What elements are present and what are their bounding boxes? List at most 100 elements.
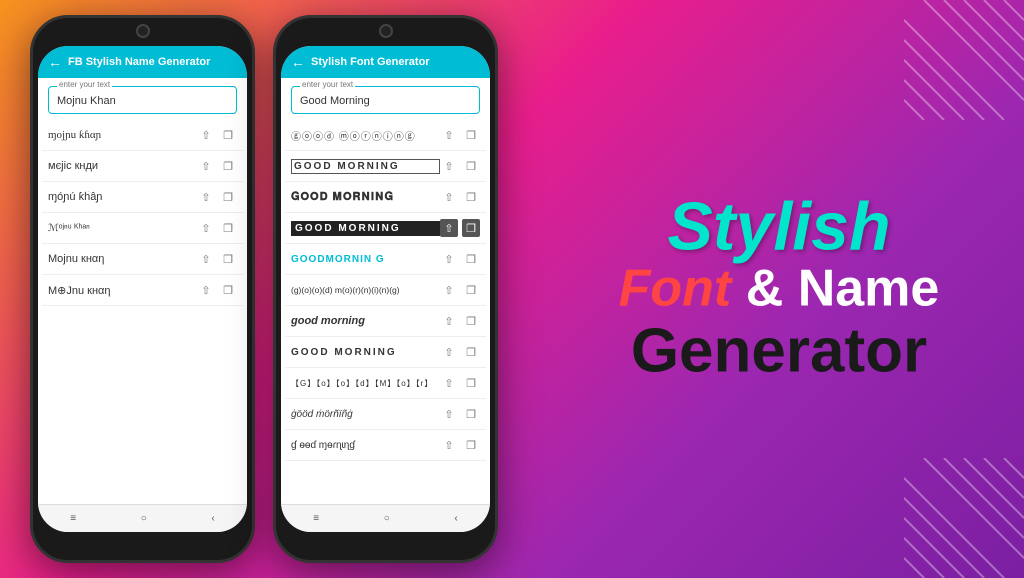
phone-2-screen: ← Stylish Font Generator enter your text… bbox=[281, 46, 490, 532]
share-icon[interactable]: ⇧ bbox=[440, 157, 458, 175]
list-item: ġööd ṁörñïñġ ⇧ ❐ bbox=[285, 399, 486, 430]
home-icon[interactable]: ○ bbox=[384, 513, 390, 524]
share-icon[interactable]: ⇧ bbox=[440, 188, 458, 206]
phone-2: ← Stylish Font Generator enter your text… bbox=[273, 15, 498, 563]
font-actions: ⇧ ❐ bbox=[440, 374, 480, 392]
brand-text-area: Stylish Font & Name Generator bbox=[594, 192, 964, 385]
copy-icon[interactable]: ❐ bbox=[219, 250, 237, 268]
share-icon[interactable]: ⇧ bbox=[197, 250, 215, 268]
phone-1-back-arrow[interactable]: ← bbox=[48, 54, 62, 70]
copy-icon[interactable]: ❐ bbox=[219, 188, 237, 206]
copy-icon[interactable]: ❐ bbox=[462, 281, 480, 299]
share-icon[interactable]: ⇧ bbox=[197, 157, 215, 175]
menu-icon[interactable]: ≡ bbox=[70, 513, 76, 524]
share-icon[interactable]: ⇧ bbox=[440, 343, 458, 361]
font-display: M⊕Jnu кнαη bbox=[48, 284, 197, 297]
font-actions: ⇧ ❐ bbox=[440, 188, 480, 206]
phone-2-input[interactable] bbox=[300, 95, 471, 107]
share-icon[interactable]: ⇧ bbox=[197, 281, 215, 299]
share-icon[interactable]: ⇧ bbox=[197, 188, 215, 206]
share-icon[interactable]: ⇧ bbox=[440, 405, 458, 423]
list-item: (g)(o)(o)(d) m(o)(r)(n)(i)(n)(g) ⇧ ❐ bbox=[285, 275, 486, 306]
font-actions: ⇧ ❐ bbox=[197, 126, 237, 144]
font-actions: ⇧ ❐ bbox=[197, 188, 237, 206]
font-display-circled: ⓖⓞⓞⓓ ⓜⓞⓡⓝⓘⓝⓖ bbox=[291, 128, 440, 143]
back-nav-icon[interactable]: ‹ bbox=[211, 513, 214, 524]
font-display-caps: GOOD MORNING bbox=[291, 347, 440, 358]
font-display: ℳᵒʲⁿᵘ ᴷʰᵃⁿ bbox=[48, 223, 197, 234]
copy-icon[interactable]: ❐ bbox=[462, 343, 480, 361]
phone-1-font-list: ɱojɲu ƙɦαɲ ⇧ ❐ мєϳiс кнди ⇧ ❐ ɱóɲú ƙĥâɲ bbox=[38, 120, 247, 504]
copy-icon[interactable]: ❐ bbox=[219, 281, 237, 299]
font-actions: ⇧ ❐ bbox=[440, 219, 480, 237]
phone-2-bottom-nav: ≡ ○ ‹ bbox=[281, 504, 490, 532]
font-actions: ⇧ ❐ bbox=[440, 343, 480, 361]
copy-icon[interactable]: ❐ bbox=[219, 126, 237, 144]
font-display-teal: GOODMORNIN G bbox=[291, 254, 440, 265]
list-item: 【G】【o】【o】【d】【M】【o】【r】 ⇧ ❐ bbox=[285, 368, 486, 399]
phone-2-back-arrow[interactable]: ← bbox=[291, 54, 305, 70]
copy-icon[interactable]: ❐ bbox=[219, 219, 237, 237]
back-nav-icon[interactable]: ‹ bbox=[454, 513, 457, 524]
list-item: GOOD MORNING ⇧ ❐ bbox=[285, 151, 486, 182]
font-actions: ⇧ ❐ bbox=[440, 312, 480, 330]
brand-font-word: Font bbox=[619, 259, 732, 317]
font-actions: ⇧ ❐ bbox=[440, 250, 480, 268]
share-icon[interactable]: ⇧ bbox=[440, 281, 458, 299]
font-display-italic: good morning bbox=[291, 315, 440, 327]
font-display: мєϳiс кнди bbox=[48, 160, 197, 172]
share-icon[interactable]: ⇧ bbox=[440, 250, 458, 268]
share-icon[interactable]: ⇧ bbox=[197, 219, 215, 237]
list-item: GOODMORNIN G ⇧ ❐ bbox=[285, 244, 486, 275]
font-display-outlined: GOOD MORNING bbox=[291, 159, 440, 174]
copy-icon[interactable]: ❐ bbox=[462, 436, 480, 454]
phone-1-input-label: enter your text bbox=[57, 80, 112, 89]
home-icon[interactable]: ○ bbox=[141, 513, 147, 524]
brand-line1: Stylish bbox=[594, 192, 964, 260]
font-actions: ⇧ ❐ bbox=[440, 281, 480, 299]
share-icon[interactable]: ⇧ bbox=[440, 374, 458, 392]
phone-1-camera bbox=[136, 24, 150, 38]
copy-icon[interactable]: ❐ bbox=[462, 312, 480, 330]
copy-icon[interactable]: ❐ bbox=[219, 157, 237, 175]
list-item: ɠ ɵɵɗ ɱɵɾɳɩɳɠ ⇧ ❐ bbox=[285, 430, 486, 461]
phone-1-input[interactable] bbox=[57, 95, 228, 107]
font-display-square: 【G】【o】【o】【d】【M】【o】【r】 bbox=[291, 378, 440, 389]
font-display: ɱojɲu ƙɦαɲ bbox=[48, 129, 197, 141]
phone-1-screen: ← FB Stylish Name Generator enter your t… bbox=[38, 46, 247, 532]
phone-2-input-wrapper: enter your text bbox=[291, 86, 480, 114]
share-icon[interactable]: ⇧ bbox=[440, 312, 458, 330]
phone-1-title: FB Stylish Name Generator bbox=[68, 56, 210, 68]
list-item: мєϳiс кнди ⇧ ❐ bbox=[42, 151, 243, 182]
phone-1: ← FB Stylish Name Generator enter your t… bbox=[30, 15, 255, 563]
copy-icon[interactable]: ❐ bbox=[462, 219, 480, 237]
phone-2-camera bbox=[379, 24, 393, 38]
copy-icon[interactable]: ❐ bbox=[462, 188, 480, 206]
phone-1-input-area: enter your text bbox=[38, 78, 247, 120]
share-icon[interactable]: ⇧ bbox=[440, 219, 458, 237]
font-display: ɱóɲú ƙĥâɲ bbox=[48, 191, 197, 203]
list-item: M⊕Jnu кнαη ⇧ ❐ bbox=[42, 275, 243, 306]
share-icon[interactable]: ⇧ bbox=[440, 126, 458, 144]
share-icon[interactable]: ⇧ bbox=[197, 126, 215, 144]
list-item: good morning ⇧ ❐ bbox=[285, 306, 486, 337]
copy-icon[interactable]: ❐ bbox=[462, 157, 480, 175]
copy-icon[interactable]: ❐ bbox=[462, 405, 480, 423]
phone-2-input-label: enter your text bbox=[300, 80, 355, 89]
share-icon[interactable]: ⇧ bbox=[440, 436, 458, 454]
menu-icon[interactable]: ≡ bbox=[313, 513, 319, 524]
list-item: Mojnu кнαη ⇧ ❐ bbox=[42, 244, 243, 275]
copy-icon[interactable]: ❐ bbox=[462, 374, 480, 392]
copy-icon[interactable]: ❐ bbox=[462, 126, 480, 144]
font-actions: ⇧ ❐ bbox=[197, 219, 237, 237]
font-display-paren: (g)(o)(o)(d) m(o)(r)(n)(i)(n)(g) bbox=[291, 285, 440, 295]
phone-1-input-wrapper: enter your text bbox=[48, 86, 237, 114]
list-item: ɱojɲu ƙɦαɲ ⇧ ❐ bbox=[42, 120, 243, 151]
font-display: Mojnu кнαη bbox=[48, 253, 197, 265]
phone-1-bottom-nav: ≡ ○ ‹ bbox=[38, 504, 247, 532]
list-item: ɱóɲú ƙĥâɲ ⇧ ❐ bbox=[42, 182, 243, 213]
font-display-bold: 𝐆𝐎𝐎𝐃 𝐌𝐎𝐑𝐍𝐈𝐍𝐆 bbox=[291, 191, 440, 204]
phone-2-font-list: ⓖⓞⓞⓓ ⓜⓞⓡⓝⓘⓝⓖ ⇧ ❐ GOOD MORNING ⇧ ❐ 𝐆𝐎𝐎𝐃 𝐌… bbox=[281, 120, 490, 504]
copy-icon[interactable]: ❐ bbox=[462, 250, 480, 268]
font-actions: ⇧ ❐ bbox=[440, 157, 480, 175]
